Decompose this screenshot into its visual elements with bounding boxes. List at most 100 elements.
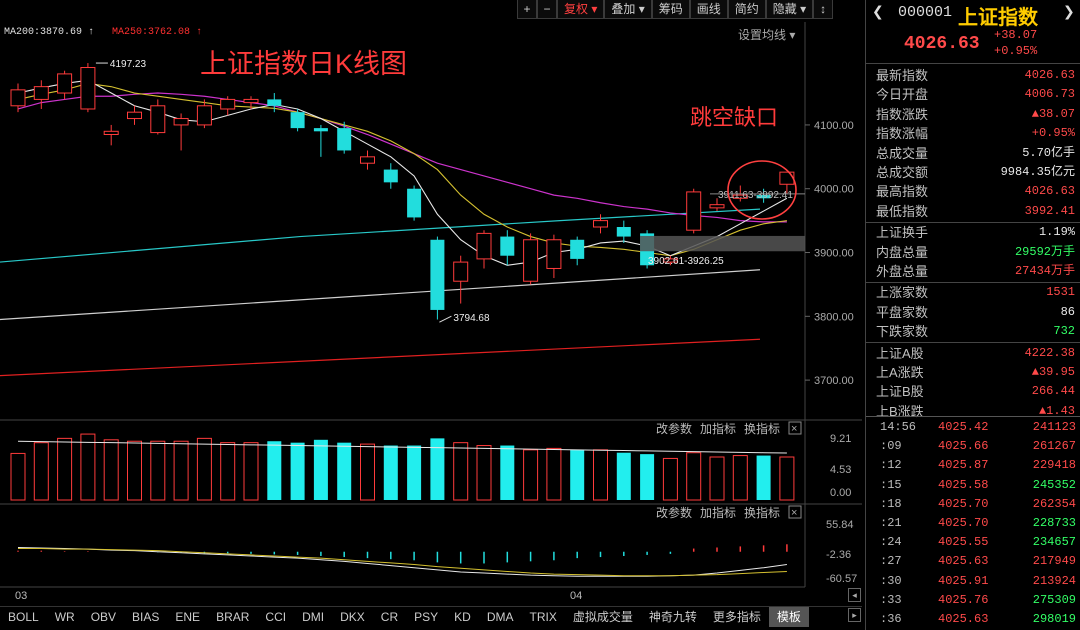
indicator-tab-13[interactable]: TRIX	[521, 607, 564, 627]
range-label-1: 3902.61-3926.25	[648, 256, 724, 267]
stat-label: 指数涨跌	[876, 106, 929, 122]
candle-body[interactable]	[500, 236, 515, 256]
stat-label: 总成交量	[876, 145, 929, 161]
candle-body[interactable]	[360, 156, 375, 164]
toolbar-button-4[interactable]: 筹码	[651, 0, 690, 19]
toolbar-button-3[interactable]: 叠加 ▾	[604, 0, 652, 19]
y-tick-label: 4100.00	[814, 120, 854, 132]
toolbar-button-2[interactable]: 复权 ▾	[557, 0, 605, 19]
candle-body[interactable]	[243, 98, 259, 104]
indicator-tab-8[interactable]: DKX	[332, 607, 373, 627]
candle-body[interactable]	[127, 111, 142, 120]
indicator-tab-17[interactable]: 模板	[768, 607, 809, 627]
indicator-tab-15[interactable]: 神奇九转	[641, 607, 705, 627]
candle-body[interactable]	[407, 188, 422, 218]
indicator-tab-4[interactable]: ENE	[167, 607, 208, 627]
candle-body[interactable]	[616, 227, 631, 237]
sub2-button-2[interactable]: 换指标	[744, 505, 780, 520]
stat-row: 最低指数 3992.41	[866, 202, 1080, 223]
candle-body[interactable]	[196, 105, 212, 126]
sub2-button-1[interactable]: 加指标	[700, 505, 736, 520]
volume-bar	[756, 455, 771, 500]
candle-body[interactable]	[337, 128, 352, 151]
candle-body[interactable]	[709, 204, 725, 209]
candle-body[interactable]	[313, 128, 328, 132]
candle-body[interactable]	[267, 99, 282, 106]
candle-body[interactable]	[220, 98, 236, 110]
stat-row: 上证换手 1.19%	[872, 223, 1075, 242]
candle-body[interactable]	[453, 261, 469, 282]
volume-bar	[337, 442, 352, 500]
candle-body[interactable]	[686, 191, 702, 231]
candle-body[interactable]	[33, 86, 49, 100]
indicator-tab-11[interactable]: KD	[446, 607, 479, 627]
tick-price: 4025.55	[938, 535, 989, 550]
stat-label: 下跌家数	[876, 324, 929, 340]
chevron-right-icon[interactable]: ❯	[1063, 3, 1075, 20]
candle-body[interactable]	[57, 73, 73, 94]
sub2-button-0[interactable]: 改参数	[656, 505, 692, 520]
stat-value: 1.19%	[1038, 225, 1075, 240]
stat-value: 29592万手	[1014, 244, 1075, 259]
toolbar-button-8[interactable]: ↕	[813, 0, 834, 19]
indicator-tab-0[interactable]: BOLL	[0, 607, 47, 627]
stat-label: 上证A股	[876, 345, 924, 361]
candle-body[interactable]	[10, 89, 26, 107]
indicator-tab-9[interactable]: CR	[373, 607, 406, 627]
candle-body[interactable]	[80, 67, 96, 110]
volume-bar	[80, 433, 96, 501]
volume-bar	[103, 439, 119, 501]
candle-body[interactable]	[779, 171, 795, 185]
candle-body[interactable]	[173, 118, 189, 126]
toolbar-button-7[interactable]: 隐藏 ▾	[765, 0, 814, 19]
sub1-button-0[interactable]: 改参数	[656, 421, 692, 436]
indicator-tab-3[interactable]: BIAS	[124, 607, 167, 627]
stat-value: 4006.73	[1024, 87, 1075, 102]
sub1-button-2[interactable]: 换指标	[744, 421, 780, 436]
candle-body[interactable]	[546, 239, 562, 269]
stat-row: 外盘总量 27434万手	[866, 262, 1080, 283]
tick-time: :24	[880, 535, 902, 550]
candle-body[interactable]	[103, 130, 119, 136]
tick-price: 4025.70	[938, 516, 989, 530]
toolbar-button-5[interactable]: 画线	[689, 0, 728, 19]
candle-body[interactable]	[290, 112, 305, 129]
ma200-label: MA200:3870.69 ↑	[4, 27, 95, 38]
indicator-tab-2[interactable]: OBV	[83, 607, 124, 627]
indicator-tab-12[interactable]: DMA	[479, 607, 522, 627]
volume-bar	[360, 443, 375, 501]
indicator-tab-5[interactable]: BRAR	[208, 607, 257, 627]
candle-body[interactable]	[150, 105, 166, 134]
indicator-tabs: BOLL WR OBV BIAS ENE BRAR CCI DMI DKX CR PSY KD DMA T…	[0, 606, 862, 627]
indicator-tab-7[interactable]: DMI	[294, 607, 332, 627]
scroll-right-icon[interactable]: ▸	[848, 608, 861, 622]
candle-body[interactable]	[523, 239, 539, 282]
settings-ma-button[interactable]: 设置均线 ▾	[738, 26, 795, 43]
indicator-tab-1[interactable]: WR	[47, 607, 83, 627]
gap-range-band	[640, 235, 805, 252]
candle-body[interactable]	[383, 169, 398, 183]
indicator-tab-6[interactable]: CCI	[257, 607, 294, 627]
macd-scale-label: -2.36	[826, 549, 851, 561]
toolbar-button-1[interactable]: −	[537, 0, 557, 19]
candle-body[interactable]	[476, 232, 492, 260]
indicator-tab-14[interactable]: 虚拟成交量	[565, 607, 641, 627]
indicator-tab-16[interactable]: 更多指标	[705, 607, 769, 627]
stat-label: 平盘家数	[876, 304, 929, 320]
chart-annotation-title: 上证指数日K线图	[200, 49, 408, 79]
candle-body[interactable]	[593, 220, 608, 228]
sub1-button-1[interactable]: 加指标	[700, 421, 736, 436]
tick-volume: 213924	[1032, 573, 1076, 588]
index-change-pct: +0.95%	[994, 44, 1038, 58]
stat-row: 总成交量 5.70亿手	[872, 144, 1075, 163]
candle-body[interactable]	[570, 239, 585, 259]
chevron-left-icon[interactable]: ❮	[872, 3, 884, 20]
indicator-tab-10[interactable]: PSY	[406, 607, 446, 627]
volume-bar	[640, 454, 655, 500]
stat-value: ▲38.07	[1031, 106, 1075, 121]
toolbar-button-0[interactable]: +	[517, 0, 537, 19]
toolbar-button-6[interactable]: 简约	[727, 0, 766, 19]
candle-body[interactable]	[430, 239, 445, 310]
tick-volume: 229418	[1032, 458, 1076, 473]
scroll-left-icon[interactable]: ◂	[848, 588, 861, 602]
